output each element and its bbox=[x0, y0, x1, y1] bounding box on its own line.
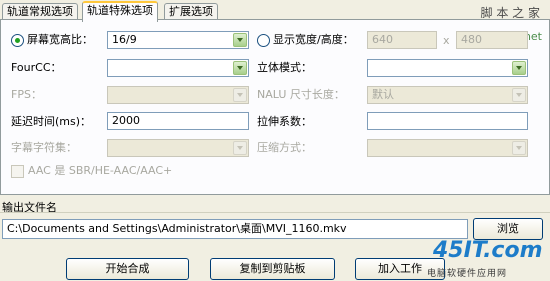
chevron-down-icon bbox=[512, 88, 526, 102]
aac-sbr-checkbox[interactable] bbox=[11, 165, 24, 178]
size-separator: x bbox=[443, 34, 450, 47]
stretch-input[interactable] bbox=[367, 112, 528, 130]
chevron-down-icon bbox=[233, 141, 247, 155]
display-size-label: 显示宽度/高度： bbox=[273, 33, 354, 46]
aspect-ratio-label: 屏幕宽高比： bbox=[27, 33, 93, 46]
subtitle-charset-select[interactable] bbox=[107, 139, 249, 157]
logo-text: 45IT.com bbox=[433, 238, 543, 263]
logo-subtitle: 电脑软硬件应用网 bbox=[427, 269, 508, 279]
display-height-input[interactable]: 480 bbox=[456, 31, 528, 49]
stereo-mode-label: 立体模式： bbox=[257, 61, 312, 74]
chevron-down-icon bbox=[233, 61, 247, 75]
start-merge-button[interactable]: 开始合成 bbox=[66, 258, 189, 280]
tab-bar: 轨道常规选项 轨道特殊选项 扩展选项 bbox=[0, 0, 550, 22]
fourcc-label: FourCC： bbox=[11, 61, 62, 74]
delay-input[interactable]: 2000 bbox=[107, 112, 249, 130]
compression-select[interactable] bbox=[367, 139, 528, 157]
site-logo: 45IT.com 电脑软硬件应用网 bbox=[425, 238, 550, 281]
aspect-ratio-select[interactable]: 16/9 bbox=[107, 31, 249, 49]
fps-label: FPS： bbox=[11, 88, 42, 101]
chevron-down-icon bbox=[233, 88, 247, 102]
nalu-size-select[interactable]: 默认 bbox=[367, 86, 528, 104]
fourcc-select[interactable] bbox=[107, 59, 249, 77]
tab-track-general[interactable]: 轨道常规选项 bbox=[2, 3, 78, 20]
copy-to-clipboard-button[interactable]: 复制到剪贴板 bbox=[210, 258, 335, 280]
compression-label: 压缩方式： bbox=[257, 141, 312, 154]
display-width-input[interactable]: 640 bbox=[367, 31, 437, 49]
chevron-down-icon bbox=[512, 141, 526, 155]
delay-label: 延迟时间(ms)： bbox=[11, 115, 92, 128]
nalu-size-value: 默认 bbox=[372, 88, 394, 101]
subtitle-charset-label: 字幕字符集： bbox=[11, 141, 77, 154]
chevron-down-icon bbox=[233, 33, 247, 47]
group-divider bbox=[0, 212, 550, 213]
display-size-radio[interactable] bbox=[257, 34, 270, 47]
nalu-size-label: NALU 尺寸长度： bbox=[257, 88, 345, 101]
fps-select[interactable] bbox=[107, 86, 249, 104]
tab-track-special[interactable]: 轨道特殊选项 bbox=[82, 1, 158, 22]
tab-extended[interactable]: 扩展选项 bbox=[164, 3, 218, 20]
aspect-ratio-value: 16/9 bbox=[112, 33, 137, 46]
browse-button[interactable]: 浏览 bbox=[473, 218, 543, 240]
chevron-down-icon bbox=[512, 61, 526, 75]
stereo-mode-select[interactable] bbox=[367, 59, 528, 77]
output-path-input[interactable]: C:\Documents and Settings\Administrator\… bbox=[2, 219, 468, 239]
aspect-ratio-radio[interactable] bbox=[11, 34, 24, 47]
stretch-label: 拉伸系数： bbox=[257, 115, 312, 128]
aac-sbr-label: AAC 是 SBR/HE-AAC/AAC+ bbox=[28, 164, 173, 177]
